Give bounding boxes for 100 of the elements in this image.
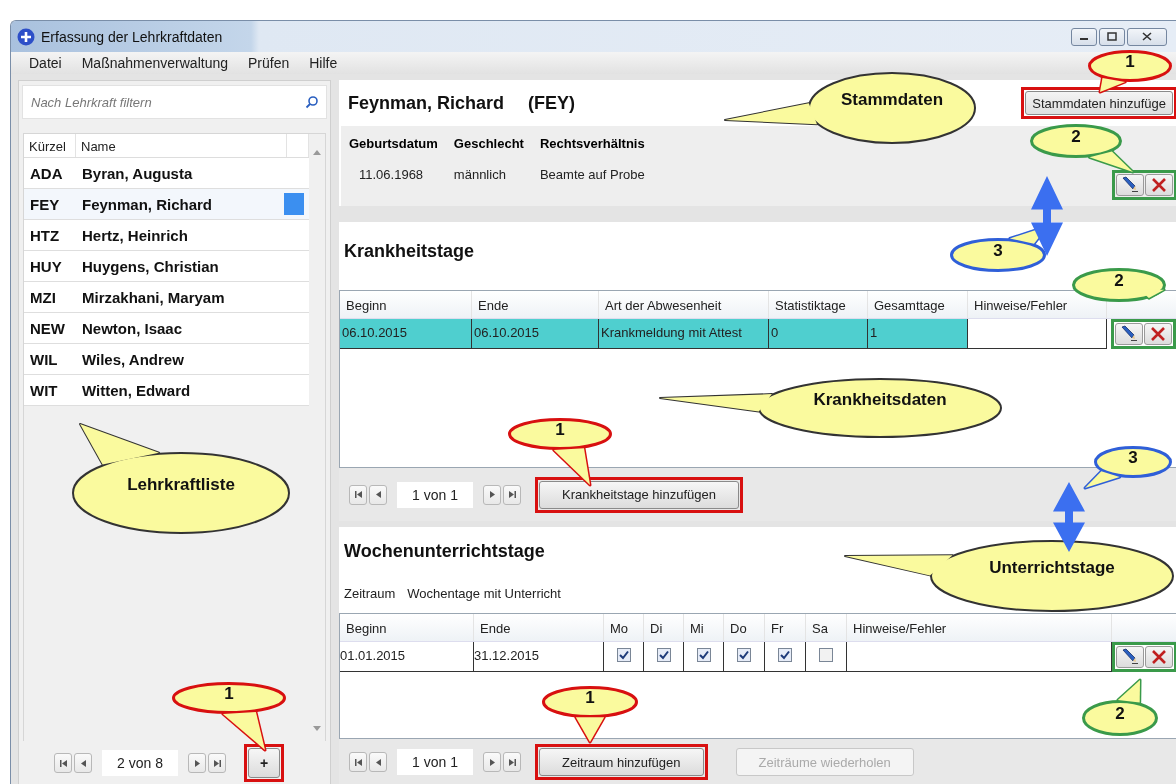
column-header[interactable]: Di (650, 621, 663, 636)
field-label: Geschlecht (453, 136, 524, 151)
callout-label: 3 (1128, 448, 1138, 468)
teacher-row[interactable]: HUY Huygens, Christian (24, 251, 309, 282)
menu-item[interactable]: Hilfe (299, 55, 348, 71)
checkbox[interactable] (737, 648, 751, 662)
teacher-row[interactable]: ADA Byran, Augusta (24, 158, 309, 189)
delete-button[interactable] (1145, 174, 1173, 196)
previous-page-button[interactable] (369, 484, 387, 505)
column-header[interactable]: Ende (480, 621, 511, 636)
maximize-button[interactable] (1099, 27, 1125, 46)
close-button[interactable] (1127, 27, 1167, 46)
search-icon (305, 95, 319, 109)
pencil-icon (1119, 325, 1139, 343)
add-master-data-button[interactable]: Stammdaten hinzufüge (1025, 91, 1173, 115)
teacher-row[interactable]: HTZ Hertz, Heinrich (24, 220, 309, 251)
column-header[interactable]: Hinweise/Fehler (974, 298, 1068, 313)
teacher-row[interactable]: FEY Feynman, Richard (24, 189, 309, 220)
previous-page-button[interactable] (369, 752, 387, 772)
previous-icon (373, 757, 383, 767)
column-header[interactable]: Name (76, 134, 287, 157)
table-cell: 1 (868, 319, 968, 349)
table-cell: 0 (769, 319, 868, 349)
field-label: Rechtsverhältnis (539, 136, 645, 151)
checkbox[interactable] (778, 648, 792, 662)
teacher-row[interactable]: WIT Witten, Edward (24, 375, 309, 406)
column-header[interactable]: Fr (771, 621, 784, 636)
teacher-row[interactable]: NEW Newton, Isaac (24, 313, 309, 344)
field-value: Beamte auf Probe (539, 167, 645, 182)
column-header[interactable]: Sa (812, 621, 828, 636)
callout-label: 3 (993, 241, 1003, 261)
last-page-icon (507, 490, 517, 499)
column-header[interactable]: Gesamttage (874, 298, 945, 313)
window-title: Erfassung der Lehrkraftdaten (41, 28, 224, 45)
maximize-icon (1107, 32, 1117, 41)
column-header[interactable]: Ende (478, 298, 509, 313)
table-cell-text: FEY (29, 195, 61, 213)
column-header[interactable]: Beginn (346, 621, 387, 636)
table-row[interactable]: 06.10.2015 06.10.2015 Krankmeldung mit Attest 0 1 (340, 319, 1176, 349)
add-sick-days-button[interactable]: Krankheitstage hinzufügen (539, 480, 739, 509)
table-cell-text: Huygens, Christian (81, 257, 220, 275)
previous-page-button[interactable] (74, 753, 92, 773)
subheader: Wochentage mit Unterricht (407, 585, 561, 601)
first-page-button[interactable] (349, 752, 367, 772)
table-row[interactable]: 01.01.2015 31.12.2015 (340, 642, 1176, 672)
page-field[interactable]: 1 von 1 (397, 481, 473, 508)
column-header[interactable]: Hinweise/Fehler (853, 621, 947, 636)
edit-button[interactable] (1116, 174, 1144, 196)
pencil-icon (1120, 176, 1140, 194)
first-page-icon (58, 758, 68, 768)
column-header[interactable]: Do (730, 621, 747, 636)
column-header[interactable]: Statistiktage (775, 298, 846, 313)
table-cell: 06.10.2015 (340, 319, 472, 349)
delete-button[interactable] (1145, 646, 1173, 668)
minimize-button[interactable] (1071, 27, 1097, 46)
next-page-button[interactable] (483, 484, 501, 505)
page-field[interactable]: 1 von 1 (397, 749, 473, 775)
callout-label: 2 (1114, 271, 1124, 291)
last-page-button[interactable] (503, 484, 521, 505)
checkbox[interactable] (656, 648, 671, 662)
menu-item[interactable]: Datei (19, 55, 72, 71)
column-header[interactable]: Beginn (346, 298, 387, 313)
delete-button[interactable] (1144, 323, 1172, 345)
checkbox[interactable] (819, 648, 833, 662)
column-header[interactable]: Mi (690, 621, 704, 636)
next-page-button[interactable] (483, 752, 501, 772)
table-cell-text: HTZ (29, 226, 61, 244)
cross-icon (1151, 649, 1167, 665)
callout-label: Unterrichtstage (989, 558, 1115, 578)
teacher-row[interactable]: MZI Mirzakhani, Maryam (24, 282, 309, 313)
last-page-button[interactable] (503, 752, 521, 772)
teacher-row[interactable]: WIL Wiles, Andrew (24, 344, 309, 375)
menu-item[interactable]: Maßnahmenverwaltung (71, 55, 238, 71)
checkbox[interactable] (616, 648, 631, 662)
edit-button[interactable] (1115, 323, 1143, 345)
page-field[interactable]: 2 von 8 (102, 750, 178, 776)
table-cell: Krankmeldung mit Attest (599, 319, 769, 349)
column-header[interactable]: Kürzel (24, 134, 76, 157)
next-icon (487, 490, 497, 499)
app-icon (17, 27, 35, 46)
next-page-button[interactable] (188, 753, 206, 773)
menu-item[interactable]: Prüfen (238, 55, 300, 71)
add-period-button[interactable]: Zeitraum hinzufügen (539, 748, 704, 776)
last-page-button[interactable] (208, 753, 226, 773)
edit-button[interactable] (1116, 646, 1144, 668)
filter-field[interactable]: Nach Lehrkraft filtern (22, 85, 327, 119)
checkbox[interactable] (696, 648, 711, 662)
column-header[interactable]: Mo (610, 621, 629, 636)
last-page-icon (507, 757, 517, 767)
table-cell-text: Mirzakhani, Maryam (81, 288, 226, 306)
subheader: Zeitraum (344, 585, 396, 601)
first-page-button[interactable] (349, 484, 367, 505)
pencil-icon (1120, 648, 1140, 666)
next-icon (487, 757, 497, 767)
table-cell-text: HUY (29, 257, 63, 275)
field-label: Geburtsdatum (349, 136, 438, 151)
add-button[interactable]: + (248, 748, 280, 778)
column-header[interactable]: Art der Abwesenheit (605, 298, 722, 313)
first-page-button[interactable] (54, 753, 72, 773)
teacher-code: (FEY) (528, 92, 576, 114)
